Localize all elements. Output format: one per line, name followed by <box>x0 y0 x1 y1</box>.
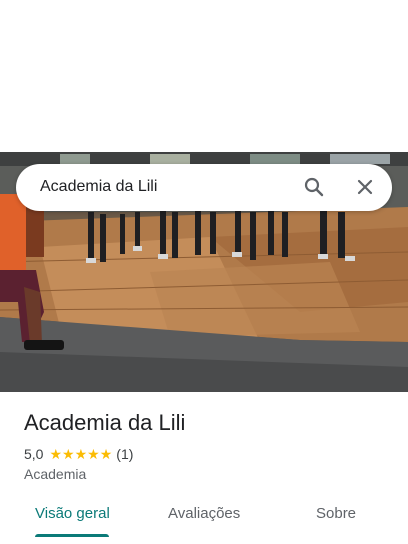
star-icon: ★ <box>62 446 75 462</box>
active-tab-indicator <box>35 534 109 537</box>
review-count[interactable]: (1) <box>116 446 133 462</box>
place-title: Academia da Lili <box>24 410 186 435</box>
rating-stars: ★ ★ ★ ★ ★ <box>49 447 112 461</box>
star-icon: ★ <box>74 446 88 462</box>
rating-value: 5,0 <box>24 446 44 462</box>
star-icon: ★ <box>49 446 63 462</box>
close-icon[interactable] <box>353 175 377 199</box>
tab-reviews[interactable]: Avaliações <box>168 505 240 522</box>
tab-overview[interactable]: Visão geral <box>35 505 110 522</box>
search-icon[interactable] <box>302 175 326 199</box>
rating-row[interactable]: 5,0 ★ ★ ★ ★ ★ (1) <box>24 445 133 463</box>
star-icon: ★ <box>87 446 100 462</box>
tab-about[interactable]: Sobre <box>316 505 356 522</box>
star-icon: ★ <box>99 446 113 462</box>
search-input[interactable]: Academia da Lili <box>40 178 157 196</box>
place-category[interactable]: Academia <box>24 466 86 482</box>
search-bar[interactable]: Academia da Lili <box>16 164 392 211</box>
